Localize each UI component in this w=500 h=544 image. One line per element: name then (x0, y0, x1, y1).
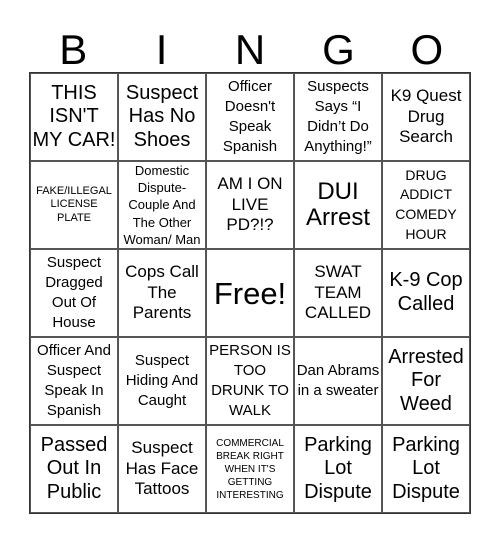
bingo-cell[interactable]: Domestic Dispute- Couple And The Other W… (118, 161, 206, 249)
bingo-cell[interactable]: FAKE/ILLEGAL LICENSE PLATE (30, 161, 118, 249)
bingo-cell[interactable]: K9 Quest Drug Search (382, 73, 470, 161)
bingo-cell[interactable]: Suspect Has Face Tattoos (118, 425, 206, 513)
free-space-text: Free! (213, 275, 287, 311)
header-letter-o: O (410, 26, 444, 73)
bingo-cell[interactable]: Parking Lot Dispute (294, 425, 382, 513)
cell-text: Officer Doesn't Speak Spanish (222, 77, 278, 156)
cell-text: SWAT TEAM CALLED (304, 262, 372, 323)
cell-text: FAKE/ILLEGAL LICENSE PLATE (36, 184, 112, 224)
cell-text: COMMERCIAL BREAK RIGHT WHEN IT'S GETTING… (216, 437, 284, 501)
cell-text: PERSON IS TOO DRUNK TO WALK (209, 341, 291, 420)
cell-text: Parking Lot Dispute (392, 433, 460, 503)
bingo-cell[interactable]: SWAT TEAM CALLED (294, 249, 382, 337)
cell-text: K-9 Cop Called (389, 269, 463, 315)
bingo-cell[interactable]: Parking Lot Dispute (382, 425, 470, 513)
cell-text: DUI Arrest (305, 177, 370, 231)
cell-text: Dan Abrams in a sweater (296, 361, 380, 399)
bingo-cell[interactable]: DUI Arrest (294, 161, 382, 249)
header-letter-b: B (59, 26, 88, 73)
bingo-header: B I N G O (29, 28, 471, 72)
bingo-cell[interactable]: DRUG ADDICT COMEDY HOUR (382, 161, 470, 249)
header-letter-g: G (322, 26, 355, 73)
cell-text: Domestic Dispute- Couple And The Other W… (123, 163, 201, 247)
bingo-cell[interactable]: K-9 Cop Called (382, 249, 470, 337)
bingo-cell[interactable]: AM I ON LIVE PD?!? (206, 161, 294, 249)
bingo-cell[interactable]: Cops Call The Parents (118, 249, 206, 337)
bingo-cell[interactable]: Officer And Suspect Speak In Spanish (30, 337, 118, 425)
bingo-cell[interactable]: Suspects Says “I Didn’t Do Anything!” (294, 73, 382, 161)
bingo-cell[interactable]: Officer Doesn't Speak Spanish (206, 73, 294, 161)
cell-text: DRUG ADDICT COMEDY HOUR (395, 166, 457, 242)
cell-text: THIS ISN'T MY CAR! (32, 81, 116, 151)
cell-text: Suspect Dragged Out Of House (45, 253, 103, 332)
bingo-cell[interactable]: PERSON IS TOO DRUNK TO WALK (206, 337, 294, 425)
bingo-cell[interactable]: Arrested For Weed (382, 337, 470, 425)
cell-text: Suspect Has No Shoes (125, 81, 199, 151)
cell-text: Arrested For Weed (388, 345, 464, 415)
cell-text: K9 Quest Drug Search (390, 86, 462, 147)
cell-text: Suspects Says “I Didn’t Do Anything!” (304, 77, 372, 156)
cell-text: Passed Out In Public (40, 433, 108, 503)
cell-text: Cops Call The Parents (125, 262, 199, 323)
header-letter-i: I (155, 26, 168, 73)
header-letter-n: N (234, 26, 266, 73)
bingo-cell[interactable]: COMMERCIAL BREAK RIGHT WHEN IT'S GETTING… (206, 425, 294, 513)
bingo-cell[interactable]: Suspect Hiding And Caught (118, 337, 206, 425)
cell-text: Suspect Has Face Tattoos (125, 438, 199, 499)
cell-text: AM I ON LIVE PD?!? (217, 174, 283, 235)
bingo-cell[interactable]: Passed Out In Public (30, 425, 118, 513)
free-space-cell[interactable]: Free! (206, 249, 294, 337)
bingo-card-grid: THIS ISN'T MY CAR! Suspect Has No Shoes … (29, 72, 471, 514)
cell-text: Suspect Hiding And Caught (125, 351, 199, 410)
cell-text: Parking Lot Dispute (304, 433, 372, 503)
cell-text: Officer And Suspect Speak In Spanish (37, 341, 111, 420)
bingo-cell[interactable]: Suspect Dragged Out Of House (30, 249, 118, 337)
bingo-cell[interactable]: THIS ISN'T MY CAR! (30, 73, 118, 161)
bingo-cell[interactable]: Suspect Has No Shoes (118, 73, 206, 161)
bingo-cell[interactable]: Dan Abrams in a sweater (294, 337, 382, 425)
